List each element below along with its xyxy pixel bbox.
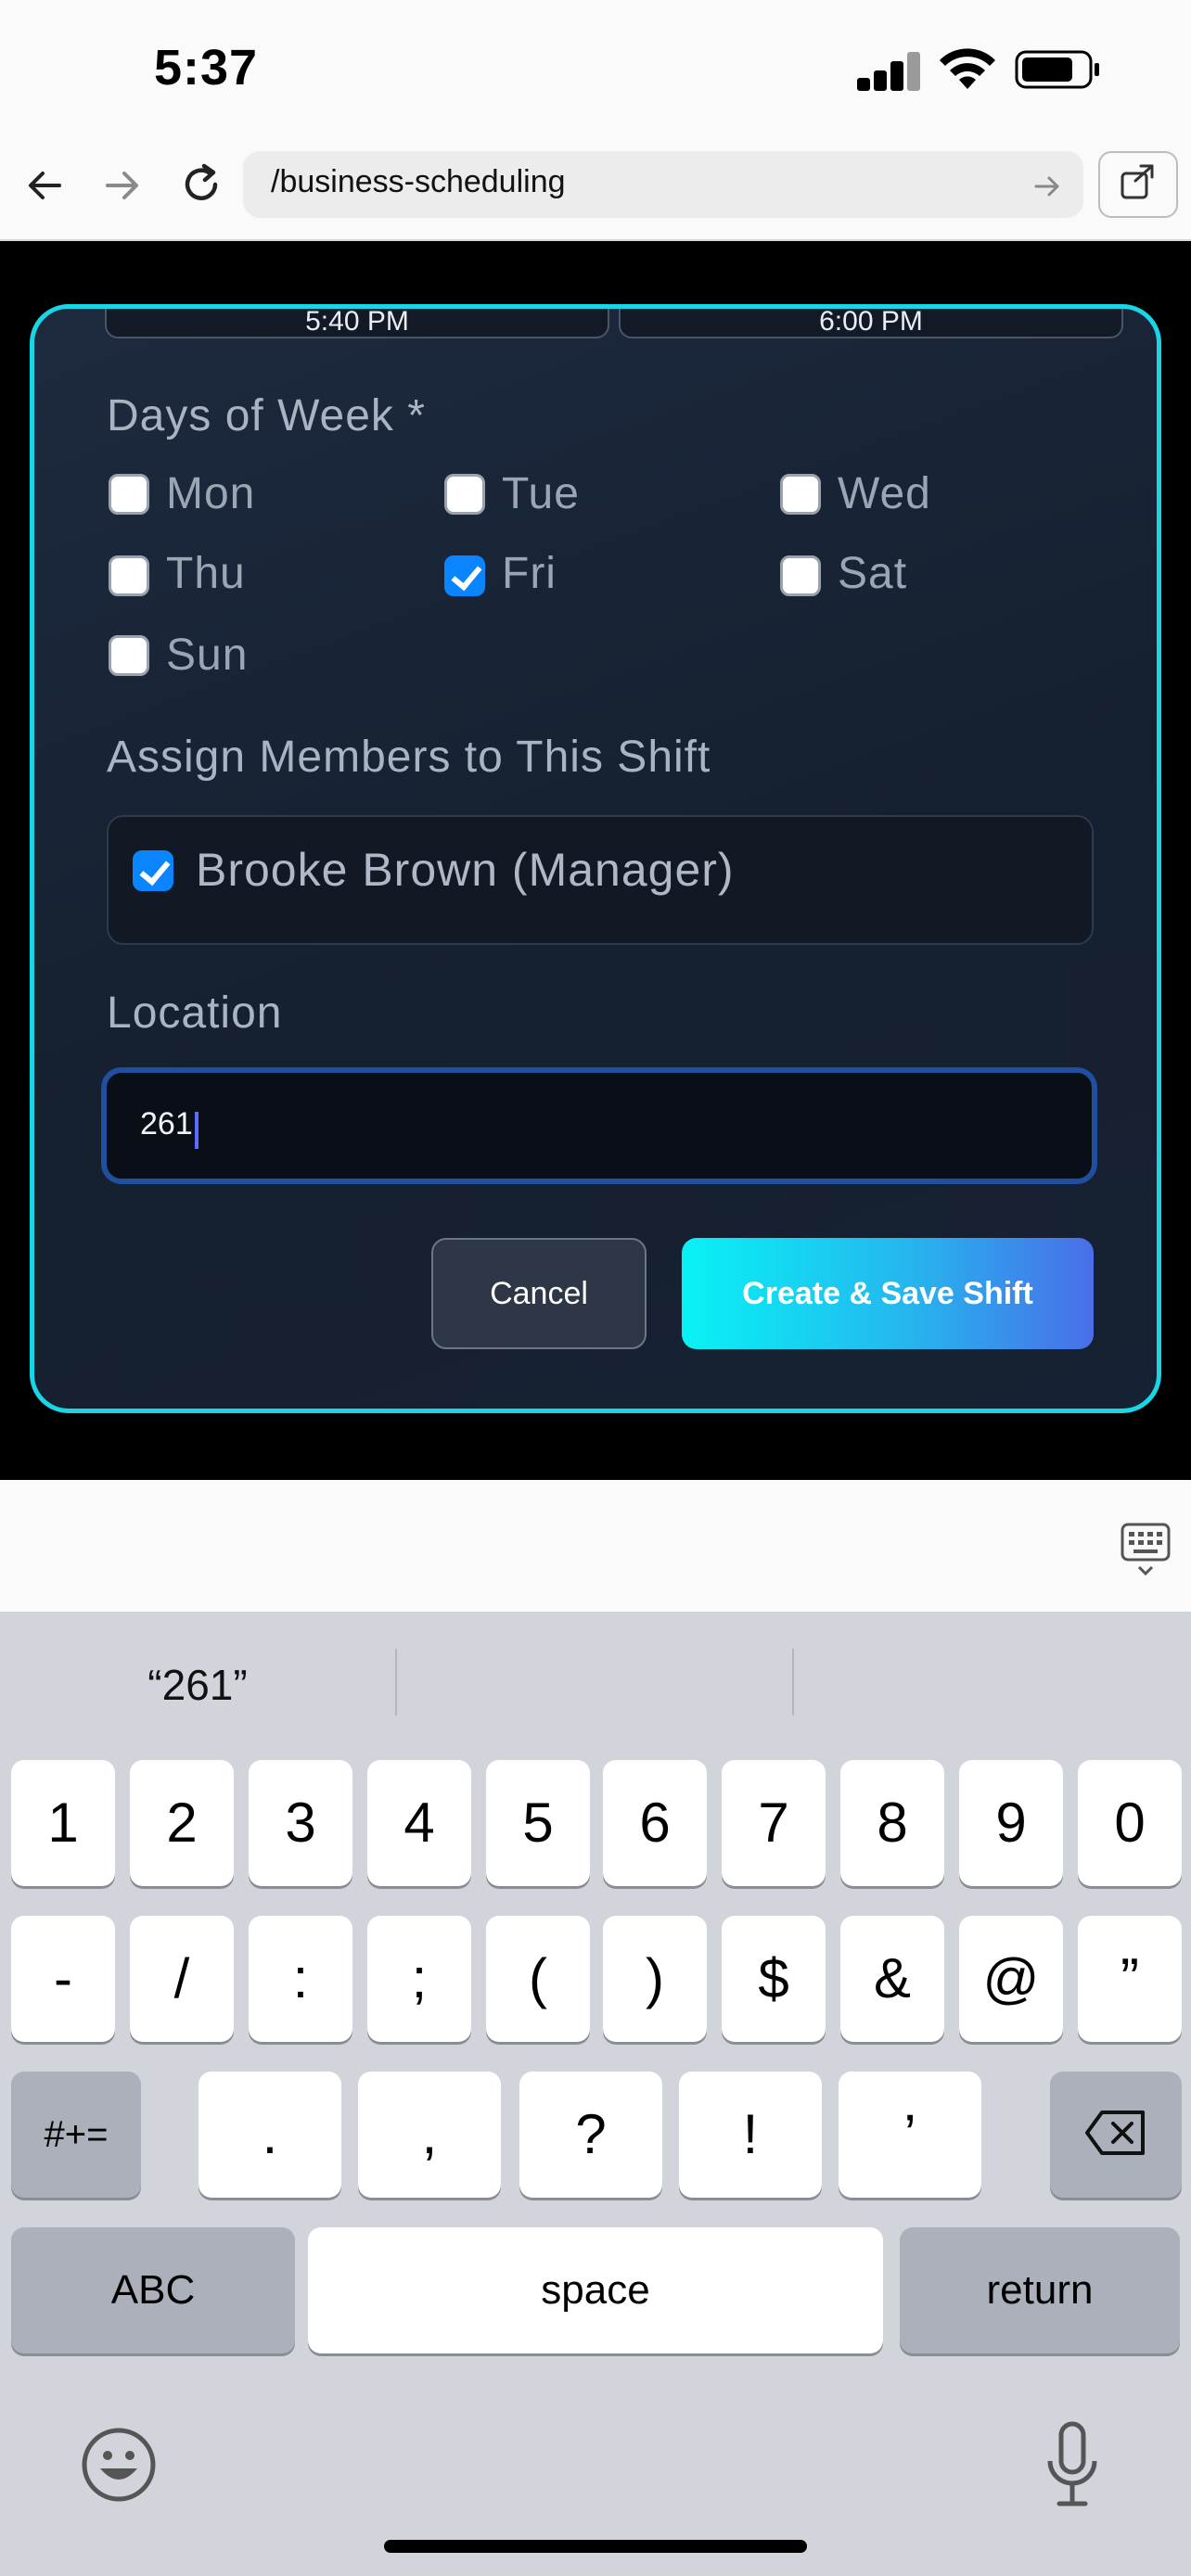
key-8[interactable]: 8 (840, 1760, 944, 1886)
key-at[interactable]: @ (959, 1916, 1063, 2042)
checkbox-thu[interactable] (109, 555, 149, 596)
suggestion-1[interactable]: “261” (0, 1612, 395, 1758)
key-4[interactable]: 4 (367, 1760, 471, 1886)
open-external-button[interactable] (1098, 151, 1178, 218)
key-slash[interactable]: / (130, 1916, 234, 2042)
day-label-wed: Wed (838, 469, 931, 518)
checkbox-sun[interactable] (109, 635, 149, 676)
key-6[interactable]: 6 (603, 1760, 707, 1886)
key-5[interactable]: 5 (486, 1760, 590, 1886)
start-time-field[interactable]: 5:40 PM (105, 306, 609, 338)
reload-icon[interactable] (178, 161, 224, 208)
text-caret (194, 1111, 198, 1149)
key-quote[interactable]: ” (1078, 1916, 1182, 2042)
backspace-icon (1083, 2075, 1148, 2201)
keyboard-dismiss-icon[interactable] (1121, 1523, 1171, 1576)
forward-icon[interactable] (102, 165, 143, 206)
address-bar-url: /business-scheduling (271, 164, 566, 199)
battery-icon (1015, 50, 1102, 89)
checkbox-sat[interactable] (780, 555, 821, 596)
key-close-paren[interactable]: ) (603, 1916, 707, 2042)
key-7[interactable]: 7 (722, 1760, 826, 1886)
location-input[interactable]: 261 (101, 1067, 1097, 1184)
signal-icon (857, 50, 920, 91)
days-of-week-label: Days of Week * (107, 391, 426, 440)
members-list: Brooke Brown (Manager) (107, 815, 1094, 945)
key-apostrophe[interactable]: ’ (839, 2072, 981, 2198)
key-1[interactable]: 1 (11, 1760, 115, 1886)
key-comma[interactable]: , (358, 2072, 501, 2198)
day-label-sat: Sat (838, 549, 908, 598)
key-return[interactable]: return (900, 2227, 1180, 2353)
key-hyphen[interactable]: - (11, 1916, 115, 2042)
key-0[interactable]: 0 (1078, 1760, 1182, 1886)
key-open-paren[interactable]: ( (486, 1916, 590, 2042)
end-time-field[interactable]: 6:00 PM (619, 306, 1123, 338)
location-input-value: 261 (140, 1106, 193, 1141)
microphone-icon[interactable] (1043, 2420, 1102, 2509)
create-save-shift-button[interactable]: Create & Save Shift (682, 1238, 1094, 1349)
start-time-value: 5:40 PM (305, 306, 409, 337)
emoji-icon[interactable] (80, 2426, 158, 2504)
member-name: Brooke Brown (Manager) (196, 844, 735, 896)
day-label-thu: Thu (166, 549, 246, 598)
cancel-button[interactable]: Cancel (431, 1238, 647, 1349)
go-arrow-icon[interactable] (1031, 171, 1063, 202)
key-period[interactable]: . (198, 2072, 341, 2198)
key-9[interactable]: 9 (959, 1760, 1063, 1886)
day-label-mon: Mon (166, 469, 256, 518)
key-symbols[interactable]: #+= (11, 2072, 141, 2198)
key-colon[interactable]: : (249, 1916, 352, 2042)
home-indicator (384, 2540, 807, 2553)
location-label: Location (107, 988, 283, 1038)
end-time-value: 6:00 PM (819, 306, 923, 337)
key-semicolon[interactable]: ; (367, 1916, 471, 2042)
day-label-tue: Tue (502, 469, 580, 518)
member-checkbox[interactable] (133, 850, 173, 891)
key-space[interactable]: space (308, 2227, 883, 2353)
key-2[interactable]: 2 (130, 1760, 234, 1886)
key-exclamation[interactable]: ! (679, 2072, 822, 2198)
day-label-fri: Fri (502, 549, 557, 598)
status-time: 5:37 (154, 40, 259, 96)
suggestion-2[interactable] (397, 1612, 792, 1758)
checkbox-wed[interactable] (780, 474, 821, 515)
checkbox-fri[interactable] (444, 555, 485, 596)
day-label-sun: Sun (166, 631, 249, 680)
back-icon[interactable] (24, 165, 65, 206)
key-backspace[interactable] (1050, 2072, 1182, 2198)
key-3[interactable]: 3 (249, 1760, 352, 1886)
location-input-value-wrap: 261 (140, 1106, 198, 1149)
wifi-icon (937, 45, 998, 91)
key-ampersand[interactable]: & (840, 1916, 944, 2042)
suggestion-3[interactable] (794, 1612, 1191, 1758)
shift-form-card: 5:40 PM 6:00 PM Days of Week * Mon Tue W… (30, 304, 1161, 1413)
checkbox-tue[interactable] (444, 474, 485, 515)
suggestion-bar: “261” (0, 1612, 1191, 1758)
key-question[interactable]: ? (519, 2072, 662, 2198)
key-dollar[interactable]: $ (722, 1916, 826, 2042)
key-abc[interactable]: ABC (11, 2227, 295, 2353)
keyboard-accessory-bar (0, 1480, 1191, 1612)
assign-members-label: Assign Members to This Shift (107, 733, 711, 782)
checkbox-mon[interactable] (109, 474, 149, 515)
